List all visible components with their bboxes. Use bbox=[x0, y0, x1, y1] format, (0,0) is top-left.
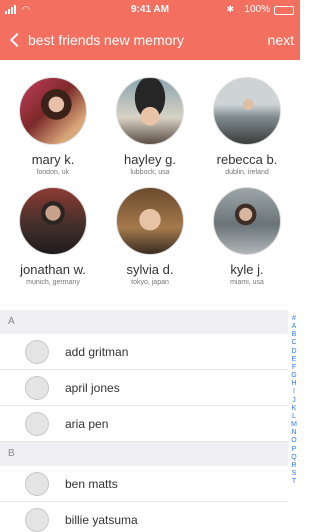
friend-card[interactable]: mary k. london, uk bbox=[3, 77, 103, 177]
index-letter[interactable]: Q bbox=[289, 454, 299, 462]
index-letter[interactable]: P bbox=[289, 446, 299, 454]
index-letter[interactable]: # bbox=[289, 315, 299, 323]
select-circle[interactable] bbox=[25, 508, 49, 532]
select-circle[interactable] bbox=[25, 412, 49, 436]
friend-location: dublin, ireland bbox=[225, 169, 269, 176]
index-letter[interactable]: A bbox=[289, 323, 299, 331]
list-item[interactable]: april jones bbox=[0, 370, 288, 406]
list-item[interactable]: ben matts bbox=[0, 466, 288, 502]
index-letter[interactable]: J bbox=[289, 397, 299, 405]
friend-location: lubbock, usa bbox=[130, 169, 170, 176]
list-item[interactable]: aria pen bbox=[0, 406, 288, 442]
index-letter[interactable]: N bbox=[289, 429, 299, 437]
friend-location: tokyo, japan bbox=[131, 279, 169, 286]
avatar bbox=[213, 77, 281, 145]
contact-name: ben matts bbox=[65, 477, 118, 491]
avatar bbox=[19, 187, 87, 255]
avatar bbox=[116, 187, 184, 255]
index-letter[interactable]: O bbox=[289, 437, 299, 445]
index-letter[interactable]: M bbox=[289, 421, 299, 429]
index-letter[interactable]: K bbox=[289, 405, 299, 413]
nav-bar: best friends new memory next bbox=[0, 20, 300, 60]
select-circle[interactable] bbox=[25, 376, 49, 400]
index-letter[interactable]: I bbox=[289, 388, 299, 396]
friend-name: sylvia d. bbox=[126, 262, 174, 277]
index-letter[interactable]: H bbox=[289, 380, 299, 388]
index-letter[interactable]: R bbox=[289, 462, 299, 470]
friend-card[interactable]: kyle j. miami, usa bbox=[197, 187, 297, 287]
friend-card[interactable]: jonathan w. munich, germany bbox=[3, 187, 103, 287]
contact-name: aria pen bbox=[65, 417, 109, 431]
contact-name: add gritman bbox=[65, 345, 129, 359]
index-letter[interactable]: C bbox=[289, 339, 299, 347]
best-friends-grid: mary k. london, uk hayley g. lubbock, us… bbox=[0, 60, 300, 300]
friend-location: london, uk bbox=[36, 169, 70, 176]
friend-card[interactable]: rebecca b. dublin, ireland bbox=[197, 77, 297, 177]
select-circle[interactable] bbox=[25, 340, 49, 364]
friend-name: kyle j. bbox=[230, 262, 264, 277]
bluetooth-icon: ✱ bbox=[226, 4, 234, 14]
alphabet-index[interactable]: # A B C D E F G H I J K L M N O P Q R S … bbox=[289, 315, 299, 486]
friend-name: rebecca b. bbox=[216, 152, 278, 167]
index-letter[interactable]: G bbox=[289, 372, 299, 380]
friend-location: miami, usa bbox=[230, 279, 264, 286]
battery-percent: 100% bbox=[244, 4, 270, 15]
avatar bbox=[116, 77, 184, 145]
friend-location: munich, germany bbox=[26, 279, 80, 286]
avatar bbox=[19, 77, 87, 145]
friend-name: hayley g. bbox=[123, 152, 177, 167]
next-button[interactable]: next bbox=[268, 20, 294, 60]
avatar bbox=[213, 187, 281, 255]
battery-icon bbox=[274, 6, 294, 15]
select-circle[interactable] bbox=[25, 472, 49, 496]
index-letter[interactable]: F bbox=[289, 364, 299, 372]
section-header: A bbox=[0, 310, 288, 334]
friend-name: jonathan w. bbox=[20, 262, 86, 277]
index-letter[interactable]: D bbox=[289, 348, 299, 356]
section-header: B bbox=[0, 442, 288, 466]
index-letter[interactable]: L bbox=[289, 413, 299, 421]
index-letter[interactable]: T bbox=[289, 478, 299, 486]
page-title: new memory bbox=[103, 32, 185, 48]
index-letter[interactable]: E bbox=[289, 356, 299, 364]
contact-name: april jones bbox=[65, 381, 120, 395]
friend-card[interactable]: hayley g. lubbock, usa bbox=[100, 77, 200, 177]
status-bar: ◠ 9:41 AM ✱ 100% bbox=[0, 0, 300, 20]
contact-list: A add gritman april jones aria pen B ben… bbox=[0, 310, 288, 532]
contact-name: billie yatsuma bbox=[65, 513, 138, 527]
index-letter[interactable]: S bbox=[289, 470, 299, 478]
friend-name: mary k. bbox=[31, 152, 75, 167]
friend-card[interactable]: sylvia d. tokyo, japan bbox=[100, 187, 200, 287]
index-letter[interactable]: B bbox=[289, 331, 299, 339]
list-item[interactable]: add gritman bbox=[0, 334, 288, 370]
list-item[interactable]: billie yatsuma bbox=[0, 502, 288, 532]
